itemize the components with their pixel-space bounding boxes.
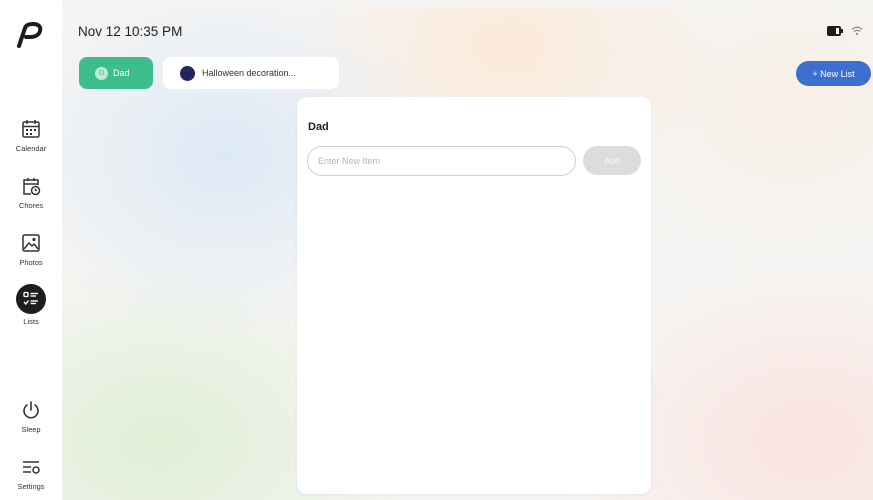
sidebar-item-settings[interactable]: Settings [0,456,62,491]
sidebar: Calendar Chores Photos Lists Sleep Setti… [0,0,62,500]
app-logo-icon [17,22,43,48]
calendar-icon [22,120,40,138]
wifi-icon [851,26,863,36]
new-list-button[interactable]: + New List [796,61,871,86]
list-title: Dad [308,121,329,133]
list-panel: Dad Add [297,97,651,494]
sidebar-item-sleep[interactable]: Sleep [0,399,62,434]
settings-icon [23,461,40,474]
add-item-button[interactable]: Add [583,146,641,175]
tab-label: Dad [113,68,130,78]
sidebar-item-label: Lists [23,317,39,326]
new-item-input[interactable] [307,146,576,176]
sidebar-item-label: Settings [17,482,45,491]
avatar: D [95,66,108,80]
avatar [180,65,195,81]
sidebar-item-calendar[interactable]: Calendar [0,118,62,153]
sidebar-item-label: Sleep [21,425,41,434]
sidebar-item-label: Chores [18,201,44,210]
status-icons [827,26,863,36]
lists-icon [23,291,38,306]
tab-list-halloween[interactable]: Halloween decoration... [163,57,339,89]
sidebar-item-photos[interactable]: Photos [0,232,62,267]
tab-label: Halloween decoration... [202,68,297,78]
sidebar-item-label: Calendar [15,144,47,153]
tab-list-dad[interactable]: D Dad [79,57,153,89]
photos-icon [22,234,40,252]
sidebar-item-lists[interactable]: Lists [0,284,62,326]
datetime: Nov 12 10:35 PM [78,24,183,39]
lists-icon-badge [16,284,46,314]
power-icon [23,401,39,419]
battery-icon [827,26,843,36]
sidebar-item-chores[interactable]: Chores [0,175,62,210]
chores-icon [23,178,41,196]
sidebar-item-label: Photos [19,258,43,267]
